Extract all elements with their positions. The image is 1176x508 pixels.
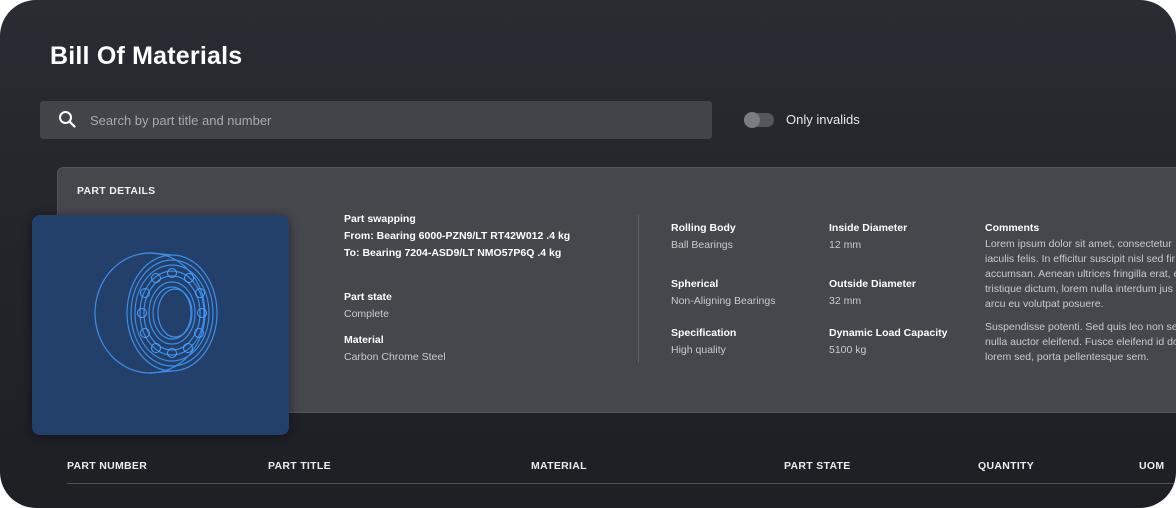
page-title: Bill Of Materials — [50, 42, 243, 70]
details-divider — [638, 215, 639, 363]
comment-line: arcu eu volutpat posuere. — [985, 298, 1104, 310]
search-icon — [59, 111, 76, 128]
column-header-quantity[interactable]: QUANTITY — [978, 460, 1034, 472]
part-state-label: Part state — [344, 291, 392, 303]
spherical-label: Spherical — [671, 278, 719, 290]
table-header-rule — [67, 483, 1176, 484]
comment-line: lorem sed, porta pellentesque sem. — [985, 351, 1150, 363]
part-swapping-from: From: Bearing 6000-PZN9/LT RT42W012 .4 k… — [344, 230, 571, 242]
comment-line: nulla auctor eleifend. Fusce eleifend id… — [985, 336, 1176, 348]
outside-diameter-label: Outside Diameter — [829, 278, 916, 290]
comment-line: iaculis felis. In efficitur suscipit nis… — [985, 253, 1176, 265]
column-header-part-title[interactable]: PART TITLE — [268, 460, 331, 472]
toggle-knob[interactable] — [744, 112, 760, 128]
only-invalids-label: Only invalids — [786, 112, 860, 127]
dynamic-load-capacity-value: 5100 kg — [829, 344, 867, 356]
only-invalids-toggle[interactable] — [744, 112, 774, 128]
column-header-uom[interactable]: UOM — [1139, 460, 1164, 472]
inside-diameter-value: 12 mm — [829, 239, 862, 251]
part-image — [32, 215, 289, 435]
comment-line: Lorem ipsum dolor sit amet, consectetur — [985, 238, 1172, 250]
dynamic-load-capacity-label: Dynamic Load Capacity — [829, 327, 948, 339]
part-swapping-label: Part swapping — [344, 213, 416, 225]
specification-value: High quality — [671, 344, 726, 356]
comments-label: Comments — [985, 222, 1040, 234]
part-details-heading: PART DETAILS — [77, 185, 156, 197]
rolling-body-value: Ball Bearings — [671, 239, 733, 251]
specification-label: Specification — [671, 327, 737, 339]
spherical-value: Non-Aligning Bearings — [671, 295, 776, 307]
material-label: Material — [344, 334, 384, 346]
column-header-part-state[interactable]: PART STATE — [784, 460, 851, 472]
outside-diameter-value: 32 mm — [829, 295, 862, 307]
search-input[interactable] — [90, 109, 690, 131]
comment-line: accumsan. Aenean ultrices fringilla erat… — [985, 268, 1176, 280]
column-header-part-number[interactable]: PART NUMBER — [67, 460, 147, 472]
rolling-body-label: Rolling Body — [671, 222, 736, 234]
column-header-material[interactable]: MATERIAL — [531, 460, 587, 472]
part-state-value: Complete — [344, 308, 389, 320]
inside-diameter-label: Inside Diameter — [829, 222, 908, 234]
app-window: Bill Of Materials Only invalids PART DET… — [0, 0, 1176, 508]
material-value: Carbon Chrome Steel — [344, 351, 446, 363]
comment-line: Suspendisse potenti. Sed quis leo non se — [985, 321, 1176, 333]
comment-line: tristique dictum, lorem nulla interdum j… — [985, 283, 1173, 295]
part-swapping-to: To: Bearing 7204-ASD9/LT NMO57P6Q .4 kg — [344, 247, 562, 259]
bearing-wireframe-icon — [94, 252, 218, 374]
